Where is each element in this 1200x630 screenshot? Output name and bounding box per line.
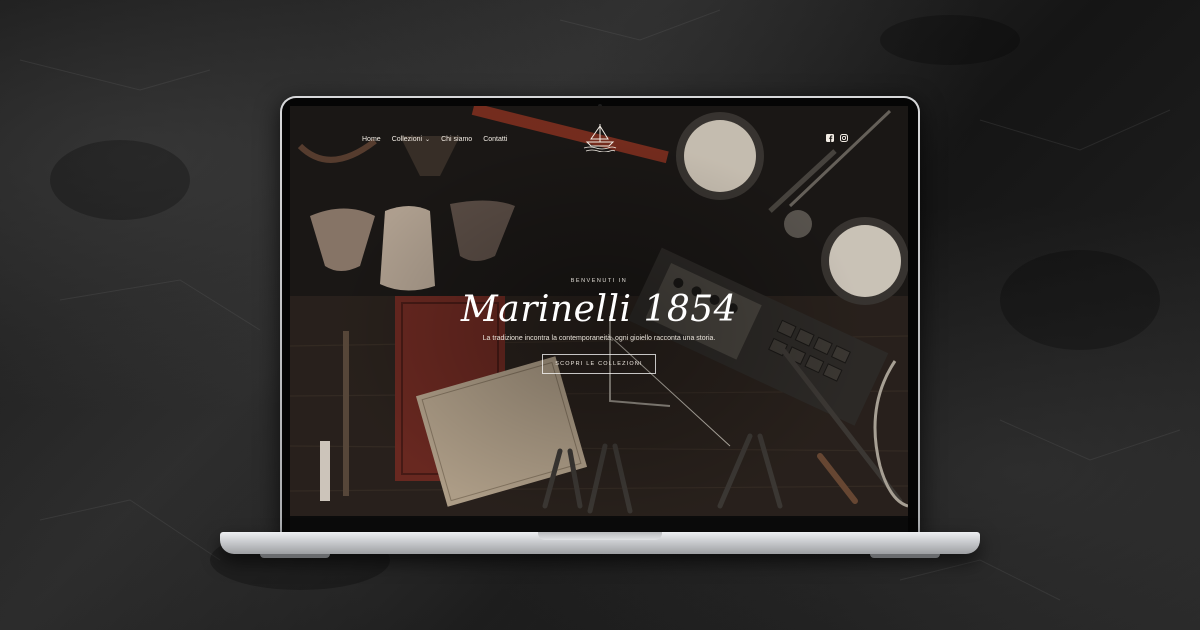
- social-links: [826, 134, 848, 142]
- site-navigation: Home Collezioni ⌄ Chi siamo Contatti: [362, 136, 507, 143]
- ship-logo-icon[interactable]: [580, 120, 620, 152]
- hero-title: Marinelli 1854: [460, 289, 738, 330]
- facebook-icon[interactable]: [826, 134, 834, 142]
- chevron-down-icon: ⌄: [425, 137, 431, 143]
- discover-collections-button[interactable]: SCOPRI LE COLLEZIONI: [542, 354, 656, 374]
- laptop-base: [220, 532, 980, 554]
- nav-chi-siamo[interactable]: Chi siamo: [441, 136, 472, 143]
- hero-tagline: La tradizione incontra la contemporaneit…: [482, 335, 716, 342]
- hero-section: BENVENUTI IN Marinelli 1854 La tradizion…: [290, 278, 908, 374]
- nav-contatti[interactable]: Contatti: [483, 136, 507, 143]
- trackpad-notch: [538, 532, 662, 540]
- laptop-foot-left: [260, 554, 330, 558]
- laptop-lid: Home Collezioni ⌄ Chi siamo Contatti BEN…: [280, 96, 920, 536]
- nav-home[interactable]: Home: [362, 136, 381, 143]
- laptop-mockup: Home Collezioni ⌄ Chi siamo Contatti BEN…: [220, 96, 980, 566]
- laptop-foot-right: [870, 554, 940, 558]
- nav-collezioni[interactable]: Collezioni ⌄: [392, 136, 430, 143]
- hero-eyebrow: BENVENUTI IN: [570, 278, 628, 284]
- nav-collezioni-label: Collezioni: [391, 136, 423, 143]
- website-screen: Home Collezioni ⌄ Chi siamo Contatti BEN…: [290, 106, 908, 516]
- instagram-icon[interactable]: [840, 134, 848, 142]
